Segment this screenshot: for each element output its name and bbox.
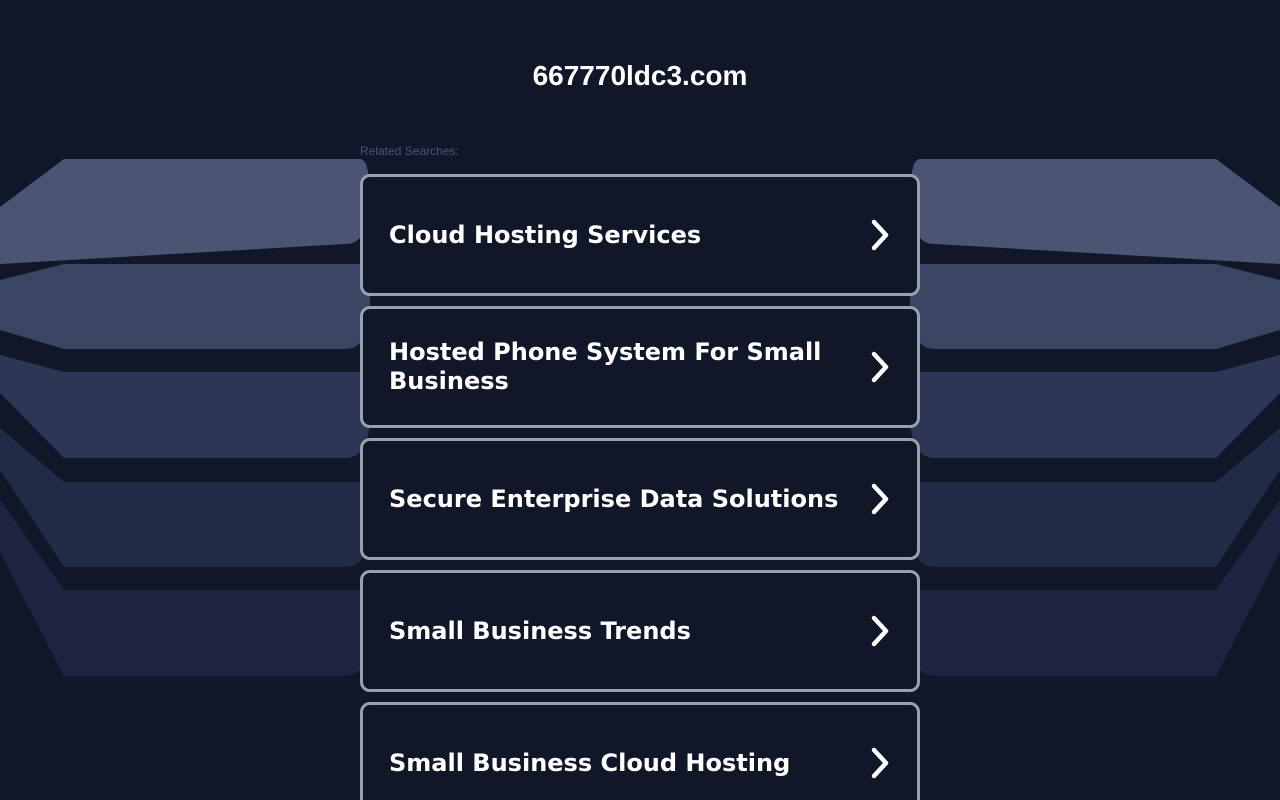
related-search-label: Small Business Cloud Hosting bbox=[389, 748, 791, 777]
related-searches-list: Cloud Hosting Services Hosted Phone Syst… bbox=[360, 174, 920, 800]
related-search-link-small-business-trends[interactable]: Small Business Trends bbox=[360, 570, 920, 692]
related-search-label: Small Business Trends bbox=[389, 616, 691, 645]
right-band-1 bbox=[910, 159, 1280, 264]
right-band-3 bbox=[910, 355, 1280, 458]
parked-domain-page: 667770ldc3.com Related Searches: Cloud H… bbox=[0, 0, 1280, 800]
related-searches-label: Related Searches: bbox=[360, 144, 459, 158]
related-search-link-hosted-phone-system[interactable]: Hosted Phone System For Small Business bbox=[360, 306, 920, 428]
related-search-link-small-business-cloud-hosting[interactable]: Small Business Cloud Hosting bbox=[360, 702, 920, 800]
chevron-right-icon bbox=[871, 615, 889, 647]
left-band-3 bbox=[0, 355, 370, 458]
chevron-right-icon bbox=[871, 219, 889, 251]
chevron-right-icon bbox=[871, 483, 889, 515]
left-band-2 bbox=[0, 264, 370, 349]
related-search-label: Cloud Hosting Services bbox=[389, 220, 702, 249]
domain-title: 667770ldc3.com bbox=[532, 60, 748, 91]
related-search-label: Secure Enterprise Data Solutions bbox=[389, 484, 839, 513]
chevron-right-icon bbox=[871, 747, 889, 779]
related-search-link-secure-enterprise-data[interactable]: Secure Enterprise Data Solutions bbox=[360, 438, 920, 560]
chevron-right-icon bbox=[871, 351, 889, 383]
related-search-label: Hosted Phone System For Small Business bbox=[389, 338, 822, 395]
related-search-link-cloud-hosting-services[interactable]: Cloud Hosting Services bbox=[360, 174, 920, 296]
right-band-2 bbox=[910, 264, 1280, 349]
left-band-1 bbox=[0, 159, 370, 264]
